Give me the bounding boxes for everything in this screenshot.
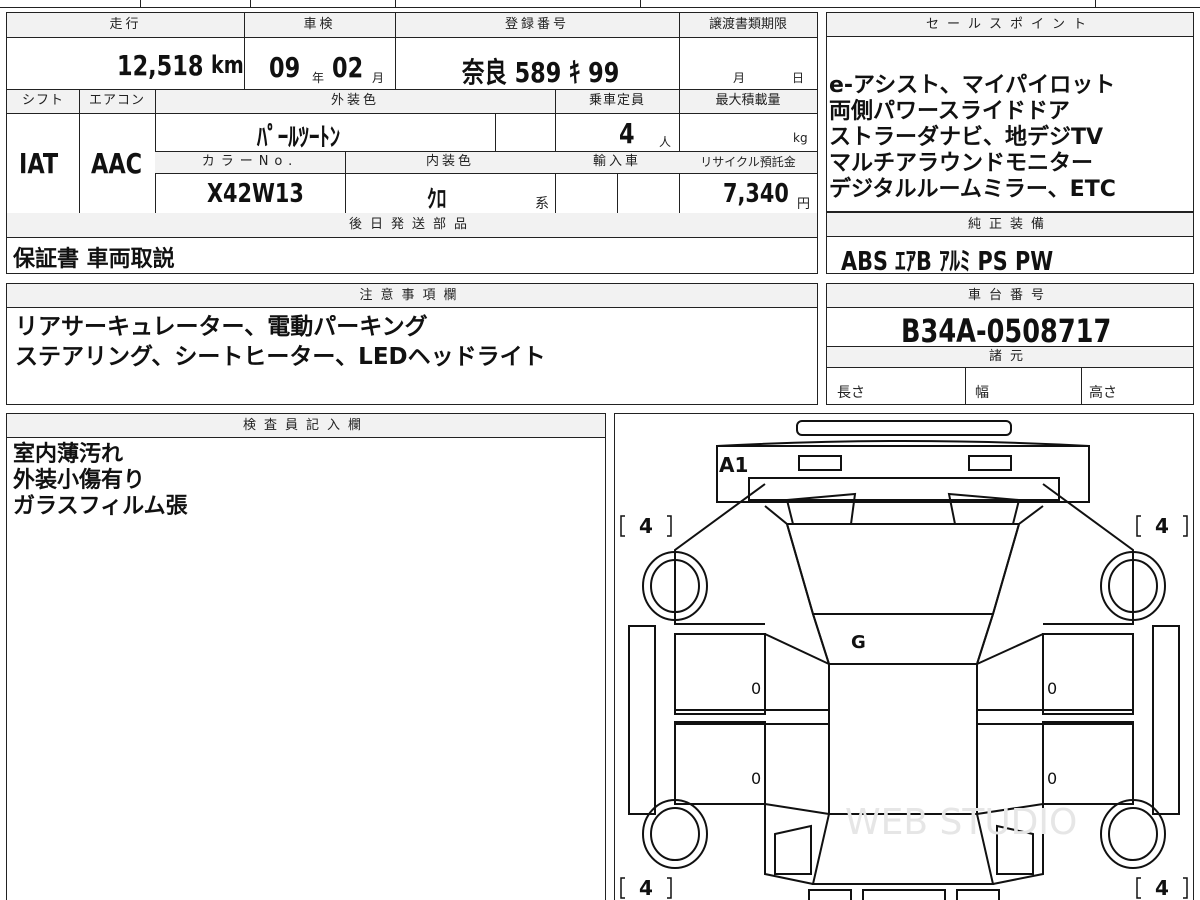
inspection-year: 09 — [269, 51, 301, 84]
recycle-value: 7,340 — [723, 179, 789, 209]
door-left-rear-value: 0 — [751, 769, 761, 788]
door-left-front-value: 0 — [751, 679, 761, 698]
height-label: 高さ — [1089, 385, 1117, 401]
shift-value: IAT — [19, 147, 59, 180]
inspector-panel: 検査員記入欄 室内薄汚れ 外装小傷有り ガラスフィルム張 — [6, 413, 606, 900]
capacity-label: 乗車定員 — [588, 93, 645, 108]
sales-point-line: 両側パワースライドドア — [829, 99, 1070, 124]
registration-label: 登録番号 — [504, 17, 569, 32]
transfer-deadline-label: 譲渡書類期限 — [708, 17, 787, 32]
interior-color-label: 内装色 — [425, 154, 474, 169]
notes-label: 注意事項欄 — [359, 288, 465, 303]
inspection-year-unit: 年 — [312, 71, 325, 85]
inspector-list: 室内薄汚れ 外装小傷有り ガラスフィルム張 — [13, 442, 188, 520]
sales-point-line: デジタルルームミラー、ETC — [829, 177, 1116, 202]
chassis-label: 車台番号 — [967, 288, 1052, 303]
chassis-panel: 車台番号 B34A-0508717 諸元 長さ 幅 高さ — [826, 283, 1194, 405]
tire-right-front-value: 4 — [1155, 514, 1169, 538]
sales-point-line: マルチアラウンドモニター — [829, 151, 1094, 176]
import-label: 輸入車 — [592, 154, 641, 169]
transfer-month-unit: 月 — [733, 71, 746, 85]
recycle-label: リサイクル預託金 — [700, 155, 796, 169]
front-damage-mark: A1 — [719, 453, 748, 477]
color-no-value: X42W13 — [207, 179, 304, 209]
notes-list: リアサーキュレーター、電動パーキング ステアリング、シートヒーター、LEDヘッド… — [15, 312, 546, 372]
door-right-front-value: 0 — [1047, 679, 1057, 698]
chassis-number: B34A-0508717 — [901, 312, 1112, 350]
top-strip — [0, 0, 1200, 8]
sales-points-panel: セールスポイント e-アシスト、マイパイロット 両側パワースライドドア ストラー… — [826, 12, 1194, 212]
notes-panel: 注意事項欄 リアサーキュレーター、電動パーキング ステアリング、シートヒーター、… — [6, 283, 818, 405]
aircon-value: AAC — [91, 147, 143, 180]
interior-color-value: ｸﾛ — [427, 185, 447, 213]
color-no-label: カラーNo. — [201, 154, 299, 169]
notes-line: ステアリング、シートヒーター、LEDヘッドライト — [15, 344, 546, 370]
aircon-label: エアコン — [88, 93, 145, 108]
mileage-unit: km — [211, 51, 244, 79]
capacity-value: 4 — [619, 117, 635, 150]
inspector-line: 室内薄汚れ — [13, 442, 124, 467]
width-label: 幅 — [975, 385, 989, 401]
capacity-unit: 人 — [659, 135, 672, 149]
glass-damage-mark: G — [851, 632, 866, 653]
inspection-month: 02 — [332, 51, 364, 84]
later-parts-value: 保証書 車両取説 — [13, 247, 175, 272]
car-diagram-panel: 4 4 4 4 A1 G 0 0 0 0 WEB STUDIO — [614, 413, 1194, 900]
inspector-line: ガラスフィルム張 — [13, 494, 188, 519]
sales-points-label: セールスポイント — [925, 17, 1094, 32]
car-diagram: 4 4 4 4 A1 G 0 0 0 0 WEB STUDIO — [620, 420, 1188, 900]
later-parts-label: 後日発送部品 — [348, 217, 475, 232]
recycle-unit: 円 — [797, 197, 811, 212]
max-load-label: 最大積載量 — [715, 93, 781, 108]
transfer-day-unit: 日 — [792, 71, 805, 85]
inspection-label: 車検 — [303, 17, 336, 32]
sales-point-line: ストラーダナビ、地デジTV — [829, 125, 1104, 150]
sales-point-line: e-アシスト、マイパイロット — [829, 73, 1116, 98]
genuine-equipment-panel: 純正装備 ABS ｴｱB ｱﾙﾐ PS PW — [826, 212, 1194, 277]
max-load-unit: kg — [793, 131, 808, 145]
shift-label: シフト — [21, 93, 64, 108]
genuine-equipment-value: ABS ｴｱB ｱﾙﾐ PS PW — [841, 247, 1054, 277]
interior-color-unit: 系 — [535, 196, 549, 212]
tire-right-rear-value: 4 — [1155, 876, 1169, 900]
genuine-equipment-label: 純正装備 — [967, 217, 1052, 232]
tire-left-front-value: 4 — [639, 514, 653, 538]
inspector-line: 外装小傷有り — [13, 468, 146, 493]
registration-value: 奈良 589 ｷ 99 — [462, 56, 620, 89]
watermark: WEB STUDIO — [845, 802, 1077, 843]
inspection-month-unit: 月 — [372, 71, 385, 85]
exterior-color-value: ﾊﾟｰﾙﾂｰﾄﾝ — [257, 123, 341, 153]
mileage-label: 走行 — [109, 17, 142, 32]
door-right-rear-value: 0 — [1047, 769, 1057, 788]
exterior-color-label: 外装色 — [330, 93, 379, 108]
vehicle-info-table: 走行 車検 登録番号 譲渡書類期限 12,518 km 09 年 02 月 奈良… — [6, 12, 818, 274]
notes-line: リアサーキュレーター、電動パーキング — [15, 314, 428, 340]
tire-left-rear-value: 4 — [639, 876, 653, 900]
dimensions-label: 諸元 — [988, 349, 1031, 364]
sales-points-list: e-アシスト、マイパイロット 両側パワースライドドア ストラーダナビ、地デジTV… — [829, 73, 1116, 203]
mileage-value: 12,518 — [117, 49, 204, 82]
length-label: 長さ — [837, 385, 865, 401]
inspector-label: 検査員記入欄 — [242, 418, 369, 433]
